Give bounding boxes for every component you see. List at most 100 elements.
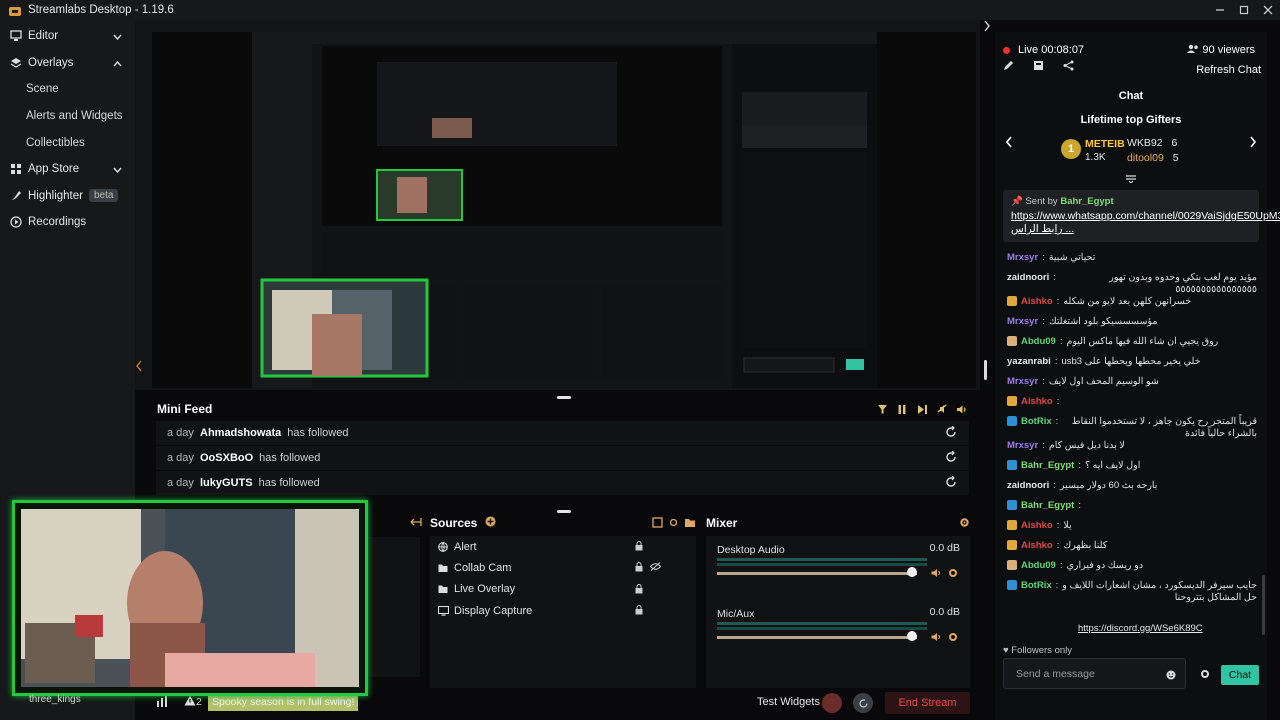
chevron-right-icon[interactable] [1249,135,1257,151]
chat-username[interactable]: Bahr_Egypt [1021,500,1074,512]
chat-username[interactable]: Abdu09 [1021,560,1056,572]
chat-settings-icon[interactable] [1200,668,1210,682]
chevron-down-icon[interactable] [113,31,122,43]
replay-icon[interactable] [945,425,957,441]
skip-icon[interactable] [915,402,929,416]
volume-icon[interactable] [931,567,942,581]
announcement-banner[interactable]: Spooky season is in full swing! [208,694,359,711]
chat-username[interactable]: Aishko [1021,520,1053,532]
chat-send-button[interactable]: Chat [1221,665,1259,685]
pause-icon[interactable] [895,402,909,416]
chat-username[interactable]: Abdu09 [1021,336,1056,348]
chat-input[interactable]: Send a message [1003,658,1186,689]
chat-username[interactable]: Bahr_Egypt [1021,460,1074,472]
chat-username[interactable]: Aishko [1021,540,1053,552]
chat-message: Aishko: يلا [1007,520,1257,540]
gear-icon[interactable] [948,567,958,581]
chat-username[interactable]: zaidnoori [1007,272,1049,284]
mixer-panel: Mixer Desktop Audio 0.0 dB Mic/Aux 0.0 d… [706,512,974,688]
feed-user: lukyGUTS [200,477,253,489]
record-button[interactable] [822,693,842,713]
close-icon[interactable] [1256,0,1280,20]
share-icon[interactable] [1063,60,1074,74]
lock-icon[interactable] [635,541,643,554]
chat-separator: : [1055,416,1059,427]
chat-username[interactable]: BotRix [1021,580,1052,592]
source-item-live-overlay[interactable]: Live Overlay [430,579,696,600]
sidebar-item-scene[interactable]: Scene [0,76,135,103]
pinned-link[interactable]: https://www.whatsapp.com/channel/0029Vai… [1011,210,1280,236]
feed-row: a day lukyGUTS has followed [156,471,969,495]
source-item-collab-cam[interactable]: Collab Cam [430,557,696,578]
chevron-left-icon[interactable] [1005,135,1013,151]
gear-icon[interactable] [948,631,958,645]
sidebar-item-label: App Store [28,163,80,176]
volume-slider[interactable] [717,636,917,639]
filter-icon[interactable] [875,402,889,416]
chat-text: مؤسسسسيكو بلود اشتغلتك [1048,316,1158,327]
source-item-display-capture[interactable]: Display Capture [430,600,696,621]
chevron-right-icon[interactable] [983,20,993,34]
performance-icon[interactable] [156,696,168,710]
sidebar-item-recordings[interactable]: Recordings [0,209,135,236]
maximize-icon[interactable] [1232,0,1256,20]
chat-username[interactable]: Aishko [1021,296,1053,308]
scene-transition-icon[interactable] [410,516,422,531]
eye-slash-icon[interactable] [649,562,662,574]
add-source-icon[interactable] [485,516,496,530]
refresh-chat-button[interactable]: Refresh Chat [1196,64,1261,76]
replay-buffer-icon[interactable] [853,693,873,713]
lock-icon[interactable] [635,583,643,597]
replay-icon[interactable] [945,450,957,466]
chat-username[interactable]: Mrxsyr [1007,316,1038,328]
emoji-icon[interactable] [1166,669,1176,683]
source-label: Collab Cam [454,562,512,575]
sidebar-item-collectibles[interactable]: Collectibles [0,129,135,156]
chat-username[interactable]: zaidnoori [1007,480,1049,492]
chevron-up-icon[interactable] [113,58,122,70]
chevron-down-icon[interactable] [113,164,122,176]
chevron-left-icon[interactable] [135,360,145,380]
lock-icon[interactable] [635,605,643,618]
test-widgets-button[interactable]: Test Widgets [757,696,820,708]
chat-username[interactable]: yazanrabi [1007,356,1051,368]
group-icon[interactable] [652,517,663,531]
mute-alerts-icon[interactable] [935,402,949,416]
mixer-settings-icon[interactable] [959,517,970,531]
webcam-overlay: three_kings [12,500,368,705]
source-item-alert[interactable]: Alert [430,536,696,557]
chat-username[interactable]: Mrxsyr [1007,252,1038,264]
chat-message: Aishko: خسرانهن كلهن بعد لايو من شكله [1007,296,1257,316]
stream-preview[interactable] [152,32,976,388]
warning-icon[interactable] [184,695,196,709]
sidebar-item-overlays[interactable]: Overlays [0,50,135,77]
stream-info-icon[interactable] [1033,60,1044,74]
volume-icon[interactable] [931,631,942,645]
edit-icon[interactable] [1003,60,1014,74]
chat-scrollbar[interactable] [1262,575,1265,635]
sidebar-item-editor[interactable]: Editor [0,23,135,50]
minimize-icon[interactable] [1208,0,1232,20]
discord-link[interactable]: https://discord.gg/WSe6K89C [1078,623,1203,634]
lock-icon[interactable] [635,562,643,575]
sidebar-item-app-store[interactable]: App Store [0,156,135,183]
chat-username[interactable]: Mrxsyr [1007,376,1038,388]
chat-header: Chat [1118,90,1144,102]
sidebar-item-highlighter[interactable]: Highlighter beta [0,183,135,210]
volume-slider-handle[interactable] [907,631,917,641]
add-folder-icon[interactable] [684,517,696,531]
chat-text: خسرانهن كلهن بعد لايو من شكله [1063,296,1192,307]
chat-message: Mrxsyr: لا بدنا ديل فيس كام [1007,440,1257,460]
source-settings-icon[interactable] [668,517,679,531]
resize-handle[interactable] [984,360,987,380]
volume-slider-handle[interactable] [907,567,917,577]
volume-icon[interactable] [955,402,969,416]
sidebar-item-alerts-and-widgets[interactable]: Alerts and Widgets [0,103,135,130]
chat-username[interactable]: BotRix [1021,416,1052,428]
chat-username[interactable]: Aishko [1021,396,1053,408]
end-stream-button[interactable]: End Stream [885,692,970,714]
volume-slider[interactable] [717,572,917,575]
chat-username[interactable]: Mrxsyr [1007,440,1038,452]
collapse-pin-icon[interactable] [1125,172,1137,186]
replay-icon[interactable] [945,475,957,491]
